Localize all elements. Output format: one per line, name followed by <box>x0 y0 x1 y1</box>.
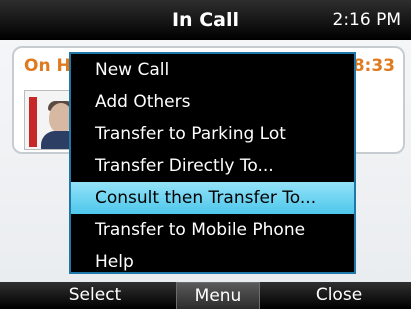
call-status-label: On H <box>24 56 71 76</box>
menu-item-help[interactable]: Help <box>71 246 354 278</box>
avatar-background-detail <box>29 97 37 147</box>
menu-item-transfer-parking-lot[interactable]: Transfer to Parking Lot <box>71 118 354 150</box>
call-timer: 8:33 <box>352 56 395 76</box>
call-options-menu: New Call Add Others Transfer to Parking … <box>69 52 356 274</box>
menu-item-transfer-mobile[interactable]: Transfer to Mobile Phone <box>71 214 354 246</box>
menu-softkey[interactable]: Menu <box>176 282 260 309</box>
phone-screen: In Call 2:16 PM On H 8:33 New Call Add O… <box>0 0 411 309</box>
close-softkey[interactable]: Close <box>284 282 394 309</box>
menu-item-new-call[interactable]: New Call <box>71 54 354 86</box>
clock: 2:16 PM <box>332 10 402 30</box>
menu-item-transfer-directly[interactable]: Transfer Directly To... <box>71 150 354 182</box>
menu-item-add-others[interactable]: Add Others <box>71 86 354 118</box>
select-softkey[interactable]: Select <box>40 282 150 309</box>
menu-item-consult-then-transfer[interactable]: Consult then Transfer To... <box>71 182 354 214</box>
softkey-bar: Select Menu Close <box>0 282 411 309</box>
status-bar: In Call 2:16 PM <box>0 0 411 40</box>
